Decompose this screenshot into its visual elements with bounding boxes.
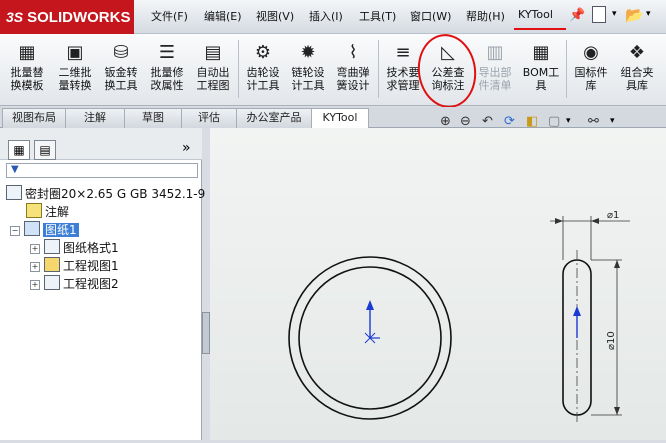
- zoom-to-area-icon[interactable]: ⊖: [460, 114, 471, 129]
- kytool-ribbon: ▦ 批量替 换模板 ▣ 二维批 量转换 ⛁ 钣金转 换工具 ☰ 批量修 改属性 …: [0, 34, 666, 106]
- auto-drawing-button[interactable]: ▤ 自动出 工程图: [192, 40, 234, 102]
- ribbon-separator: [566, 40, 567, 98]
- new-document-icon[interactable]: [592, 6, 606, 23]
- tab-office-products[interactable]: 办公室产品: [236, 108, 312, 128]
- dimension-text-side[interactable]: ⌀10: [606, 331, 617, 350]
- rebuild-icon[interactable]: ⟳: [504, 114, 515, 129]
- pin-icon[interactable]: 📌: [569, 8, 585, 23]
- menu-edit[interactable]: 编辑(E): [204, 8, 242, 24]
- filter-icon: ▼: [11, 164, 19, 175]
- tab-kytool[interactable]: KYTool: [311, 108, 369, 129]
- tab-view-layout[interactable]: 视图布局: [2, 108, 66, 128]
- menu-tools[interactable]: 工具(T): [359, 8, 396, 24]
- tab-sketch[interactable]: 草图: [124, 108, 182, 128]
- fixture-library-icon: ❖: [628, 41, 646, 63]
- display-style-icon[interactable]: ▢: [548, 114, 560, 129]
- drawing-document-icon: [6, 185, 22, 200]
- previous-view-icon[interactable]: ↶: [482, 114, 493, 129]
- standard-parts-icon: ◉: [583, 41, 599, 63]
- sheet-icon: [24, 221, 40, 236]
- drawing-view-icon: [44, 257, 60, 272]
- tree-item-annotations[interactable]: 注解: [26, 203, 69, 220]
- template-replace-icon: ▦: [18, 41, 36, 63]
- kytool-underline-mark: [514, 28, 566, 30]
- batch-properties-icon: ☰: [158, 41, 176, 63]
- collapse-icon[interactable]: −: [10, 226, 20, 236]
- tree-item-drawing-view-2[interactable]: + 工程视图2: [30, 275, 119, 292]
- tab-annotation[interactable]: 注解: [65, 108, 125, 128]
- menu-insert[interactable]: 插入(I): [309, 8, 343, 24]
- expand-panel-icon[interactable]: »: [182, 140, 191, 156]
- tech-requirements-icon: ≡: [395, 41, 411, 63]
- spring-design-icon: ⌇: [348, 41, 358, 63]
- sheet-format-icon: [44, 239, 60, 254]
- view-orientation-icon[interactable]: ◧: [526, 114, 538, 129]
- gear-design-icon: ⚙: [254, 41, 272, 63]
- export-bom-icon: ▥: [486, 41, 504, 63]
- sprocket-design-button[interactable]: ✹ 链轮设 计工具: [287, 40, 329, 102]
- tree-item-drawing-view-1[interactable]: + 工程视图1: [30, 257, 119, 274]
- chevron-down-icon[interactable]: ▾: [566, 116, 571, 126]
- tree-item-sheet-format[interactable]: + 图纸格式1: [30, 239, 119, 256]
- origin-axis-icon: [364, 300, 380, 344]
- batch-replace-template-button[interactable]: ▦ 批量替 换模板: [6, 40, 48, 102]
- bom-tool-button[interactable]: ▦ BOM工 具: [520, 40, 562, 102]
- solidworks-logo[interactable]: 3S SOLIDWORKS: [0, 0, 134, 34]
- spring-design-button[interactable]: ⌇ 弯曲弹 簧设计: [332, 40, 374, 102]
- sheetmetal-convert-icon: ⛁: [113, 41, 129, 63]
- chevron-down-icon[interactable]: ▾: [612, 9, 617, 19]
- tab-evaluate[interactable]: 评估: [181, 108, 237, 128]
- property-manager-tab-icon[interactable]: ▤: [34, 140, 56, 160]
- sprocket-design-icon: ✹: [300, 41, 316, 63]
- 2d-batch-convert-icon: ▣: [66, 41, 84, 63]
- bom-tool-icon: ▦: [532, 41, 550, 63]
- tree-item-sheet[interactable]: − 图纸1: [10, 221, 79, 238]
- batch-modify-properties-button[interactable]: ☰ 批量修 改属性: [146, 40, 188, 102]
- menu-bar: 3S SOLIDWORKS 文件(F) 编辑(E) 视图(V) 插入(I) 工具…: [0, 0, 666, 34]
- fixture-library-button[interactable]: ❖ 组合夹 具库: [616, 40, 658, 102]
- panel-tab-strip: ▦ ▤ »: [0, 128, 202, 160]
- gear-design-button[interactable]: ⚙ 齿轮设 计工具: [242, 40, 284, 102]
- dimension-text-top[interactable]: ⌀1: [607, 210, 619, 221]
- expand-icon[interactable]: +: [30, 244, 40, 254]
- auto-drawing-icon: ▤: [204, 41, 222, 63]
- expand-icon[interactable]: +: [30, 280, 40, 290]
- drawing-views: ⌀1 ⌀10: [288, 210, 630, 425]
- menu-kytool[interactable]: KYTool: [518, 8, 553, 21]
- feature-manager-panel: ▦ ▤ » ▼ 密封圈20×2.65 G GB 3452.1-9 注解 − 图纸1…: [0, 128, 205, 440]
- 2d-batch-convert-button[interactable]: ▣ 二维批 量转换: [54, 40, 96, 102]
- drawing-view-icon: [44, 275, 60, 290]
- diameter-dimension-top[interactable]: [550, 216, 630, 260]
- standard-parts-library-button[interactable]: ◉ 国标件 库: [570, 40, 612, 102]
- export-parts-list-button[interactable]: ▥ 导出部 件清单: [474, 40, 516, 102]
- expand-icon[interactable]: +: [30, 262, 40, 272]
- chevron-down-icon[interactable]: ▾: [610, 116, 615, 126]
- drawing-canvas[interactable]: ⌀1 ⌀10: [210, 128, 666, 440]
- annotation-icon: [26, 203, 42, 218]
- menu-view[interactable]: 视图(V): [256, 8, 294, 24]
- view-heads-up-toolbar: ⊕ ⊖ ↶ ⟳ ◧ ▢ ▾ ⚯ ▾: [436, 112, 666, 132]
- hide-show-items-icon[interactable]: ⚯: [588, 114, 599, 129]
- ribbon-separator: [378, 40, 379, 98]
- ribbon-separator: [238, 40, 239, 98]
- side-origin-icon: [573, 306, 581, 338]
- tree-root-drawing[interactable]: 密封圈20×2.65 G GB 3452.1-9: [6, 185, 205, 202]
- zoom-to-fit-icon[interactable]: ⊕: [440, 114, 451, 129]
- open-folder-icon[interactable]: 📂: [625, 6, 644, 24]
- chevron-down-icon[interactable]: ▾: [646, 9, 651, 19]
- tree-filter[interactable]: ▼: [6, 163, 198, 178]
- panel-splitter-handle[interactable]: [202, 312, 210, 354]
- menu-window[interactable]: 窗口(W): [410, 8, 451, 24]
- feature-tree-tab-icon[interactable]: ▦: [8, 140, 30, 160]
- sheetmetal-convert-button[interactable]: ⛁ 钣金转 换工具: [100, 40, 142, 102]
- menu-file[interactable]: 文件(F): [151, 8, 188, 24]
- menu-help[interactable]: 帮助(H): [466, 8, 505, 24]
